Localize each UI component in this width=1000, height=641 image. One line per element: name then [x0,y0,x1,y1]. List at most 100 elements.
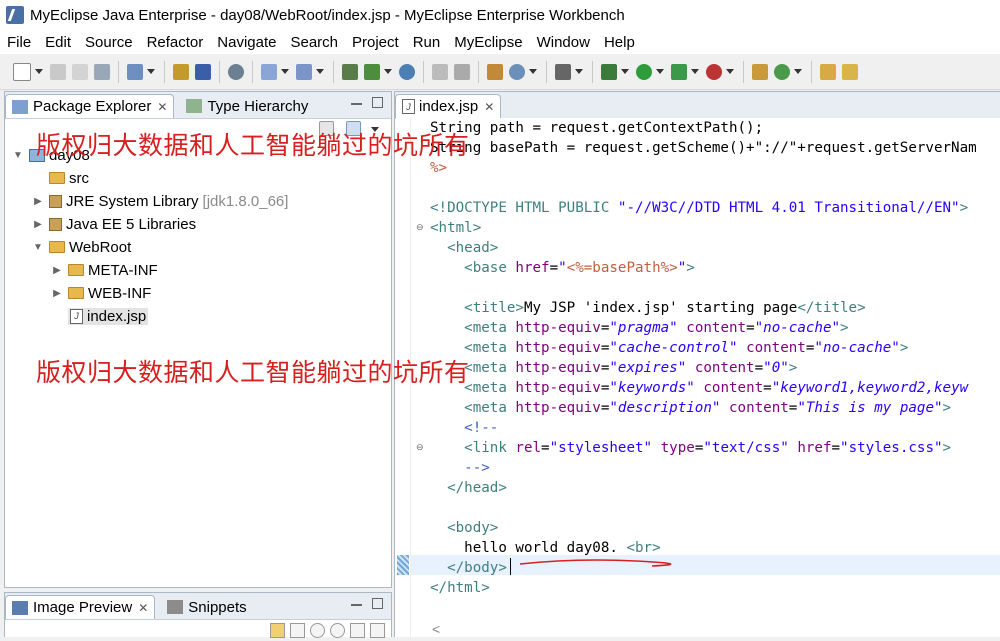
menu-window[interactable]: Window [530,34,597,51]
maximize-icon[interactable] [372,598,383,609]
menu-refactor[interactable]: Refactor [140,34,211,51]
folder-icon [68,264,84,276]
close-icon[interactable]: ✕ [484,100,494,114]
chevron-right-icon[interactable]: ▶ [52,265,62,276]
text-cursor [510,558,672,575]
tab-label: Image Preview [33,599,133,616]
deploy-icon[interactable] [173,63,189,80]
chevron-right-icon[interactable]: ▶ [52,288,62,299]
maximize-icon[interactable] [372,97,383,108]
tree-item-label: WEB-INF [88,284,152,302]
editor-tabbar: J index.jsp ✕ [395,92,1000,119]
code-editor[interactable]: ⊖ ⊖ String path = request.getContextPath… [396,118,1000,637]
tab-label: index.jsp [419,98,479,115]
menu-myeclipse[interactable]: MyEclipse [447,34,529,51]
minimize-icon[interactable] [351,97,362,105]
back-icon[interactable] [432,63,448,80]
selection-highlight: J index.jsp [68,307,149,325]
tab-snippets[interactable]: Snippets [161,595,252,619]
chevron-right-icon[interactable]: ▶ [33,219,43,230]
tab-index-jsp[interactable]: J index.jsp ✕ [395,94,502,118]
open-type-icon[interactable] [195,63,211,80]
tree-item-index-jsp[interactable]: J index.jsp [68,305,149,327]
menu-search[interactable]: Search [283,34,345,51]
package-explorer-icon [12,99,28,114]
zoom-out-icon[interactable] [310,622,325,638]
watermark-text: 版权归大数据和人工智能躺过的坑所有 [36,358,470,387]
tree-item-suffix: [jdk1.8.0_66] [202,192,289,210]
refresh-icon[interactable] [270,622,285,638]
tab-type-hierarchy[interactable]: Type Hierarchy [180,94,314,118]
browser-icon[interactable] [399,63,415,80]
preview-toolbar [5,619,391,641]
fit-icon[interactable] [290,622,305,638]
tree-item-src[interactable]: src [49,167,89,189]
wizard-icon[interactable] [261,63,277,80]
menu-source[interactable]: Source [78,34,140,51]
deploy-server-icon[interactable] [364,63,380,80]
run-icon[interactable] [636,63,652,80]
chevron-down-icon[interactable]: ▼ [33,242,43,253]
tree-item-label: META-INF [88,261,158,279]
chevron-right-icon[interactable]: ▶ [33,196,43,207]
tree-item-label: index.jsp [87,307,147,325]
tab-image-preview[interactable]: Image Preview ✕ [5,595,156,619]
new-project-icon[interactable] [127,63,143,80]
actual-size-icon[interactable] [350,622,365,638]
close-icon[interactable]: ✕ [138,601,148,615]
web-icon[interactable] [509,63,525,80]
close-icon[interactable]: ✕ [157,100,167,114]
library-icon [49,217,62,231]
coverage-icon[interactable] [706,63,722,80]
tab-label: Package Explorer [33,98,152,115]
folder-icon [49,241,65,253]
menu-bar: File Edit Source Refactor Navigate Search Proj… [0,30,1000,54]
debug-icon[interactable] [601,63,617,80]
snippets-icon [167,600,184,614]
title-bar: MyEclipse Java Enterprise - day08/WebRoo… [0,0,1000,30]
zoom-in-icon[interactable] [330,622,345,638]
screenshot-icon[interactable] [555,63,571,80]
print-icon[interactable] [94,63,110,80]
horizontal-scroll-left-icon[interactable]: < [432,621,440,637]
menu-help[interactable]: Help [597,34,642,51]
server-icon[interactable] [342,63,358,80]
open-folder-icon[interactable] [820,63,836,80]
tab-package-explorer[interactable]: Package Explorer ✕ [5,94,175,118]
myeclipse-app-icon [6,6,24,24]
tree-item-label: WebRoot [69,238,132,256]
tree-item-webroot[interactable]: ▼ WebRoot [33,236,131,258]
menu-file[interactable]: File [0,34,38,51]
run-external-icon[interactable] [671,63,687,80]
fit-window-icon[interactable] [370,622,385,638]
jsp-file-icon: J [70,308,83,324]
menu-edit[interactable]: Edit [38,34,78,51]
forward-icon[interactable] [454,63,470,80]
tree-item-meta-inf[interactable]: ▶ META-INF [52,259,158,281]
pin-icon[interactable] [842,63,858,80]
java-version-icon[interactable] [228,63,244,80]
left-panel-tabbar: Package Explorer ✕ Type Hierarchy [5,92,391,119]
image-preview-icon [12,600,28,615]
chevron-down-icon[interactable]: ▼ [13,150,23,161]
tree-item-javaee-libraries[interactable]: ▶ Java EE 5 Libraries [33,213,196,235]
folder-icon [68,287,84,299]
save-icon[interactable] [50,63,66,80]
new-icon[interactable] [13,62,31,81]
menu-project[interactable]: Project [345,34,406,51]
source-folder-icon [49,172,65,184]
minimize-icon[interactable] [351,598,362,606]
search-icon[interactable] [296,63,312,80]
new-package-icon[interactable] [774,63,790,80]
menu-navigate[interactable]: Navigate [210,34,283,51]
tree-item-label: JRE System Library [66,192,199,210]
save-all-icon[interactable] [72,63,88,80]
toolbar [0,54,1000,90]
window-title: MyEclipse Java Enterprise - day08/WebRoo… [30,6,625,24]
tree-item-jre-library[interactable]: ▶ JRE System Library [jdk1.8.0_66] [33,190,288,212]
window-controls [351,598,383,609]
tools-icon[interactable] [487,63,503,80]
tree-item-web-inf[interactable]: ▶ WEB-INF [52,282,151,304]
menu-run[interactable]: Run [406,34,448,51]
new-class-icon[interactable] [752,63,768,80]
